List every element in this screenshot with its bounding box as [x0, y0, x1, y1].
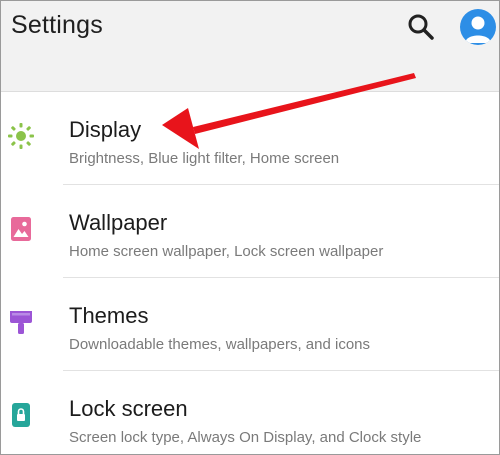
settings-item-label: Wallpaper — [69, 210, 168, 235]
search-button[interactable] — [405, 11, 437, 43]
settings-screen: Settings Display Brightness, Blue light … — [0, 0, 500, 455]
themes-brush-icon — [10, 311, 32, 334]
settings-item-wallpaper[interactable]: Wallpaper Home screen wallpaper, Lock sc… — [1, 185, 499, 278]
settings-list: Display Brightness, Blue light filter, H… — [1, 92, 499, 454]
settings-item-themes[interactable]: Themes Downloadable themes, wallpapers, … — [1, 278, 499, 371]
settings-item-subtitle: Screen lock type, Always On Display, and… — [69, 429, 422, 446]
app-header: Settings — [1, 1, 499, 92]
account-avatar-button[interactable] — [460, 9, 496, 45]
search-icon — [408, 14, 434, 40]
settings-item-label: Themes — [69, 303, 149, 328]
settings-item-lock-screen[interactable]: Lock screen Screen lock type, Always On … — [1, 371, 499, 454]
settings-item-subtitle: Home screen wallpaper, Lock screen wallp… — [69, 243, 384, 260]
settings-item-subtitle: Brightness, Blue light filter, Home scre… — [69, 150, 340, 167]
settings-item-display[interactable]: Display Brightness, Blue light filter, H… — [1, 92, 499, 185]
account-icon — [465, 16, 491, 43]
settings-item-label: Lock screen — [69, 396, 188, 421]
lock-icon — [12, 403, 30, 427]
brightness-icon — [8, 123, 34, 149]
settings-item-subtitle: Downloadable themes, wallpapers, and ico… — [69, 336, 371, 353]
settings-item-label: Display — [69, 117, 142, 142]
page-title: Settings — [11, 11, 103, 39]
wallpaper-icon — [11, 217, 31, 241]
